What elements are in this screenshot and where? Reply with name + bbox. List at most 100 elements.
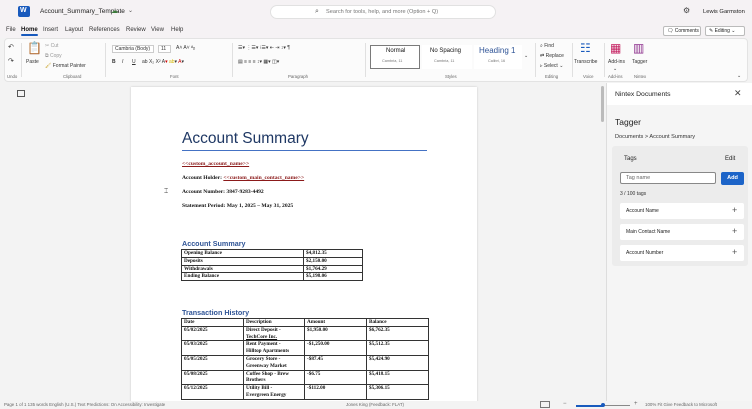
zoom-slider-handle[interactable] [601, 403, 605, 407]
divider [365, 43, 366, 77]
select-label: Select [543, 63, 558, 69]
account-name-field: <<custom_account_name>> [182, 161, 249, 167]
editing-label: Editing [714, 28, 730, 34]
tab-layout[interactable]: Layout [65, 27, 83, 33]
transcribe-button[interactable]: Transcribe [574, 59, 597, 65]
tag-item-label: Account Name [626, 208, 659, 214]
tag-item[interactable]: Account Name + [620, 203, 744, 219]
edit-tags-button[interactable]: Edit [725, 156, 735, 162]
tab-view[interactable]: View [151, 27, 164, 33]
replace-button[interactable]: ⇄ Replace [540, 53, 564, 59]
tag-item[interactable]: Account Number + [620, 245, 744, 261]
plus-icon[interactable]: + [732, 247, 737, 257]
add-tag-button[interactable]: Add [721, 172, 744, 185]
summary-heading: Account Summary [182, 239, 246, 248]
zoom-slider[interactable] [576, 403, 630, 407]
tab-home[interactable]: Home [21, 27, 38, 36]
tagger-button[interactable]: Tagger [632, 59, 647, 65]
table-cell: Withdrawals [181, 264, 304, 274]
chevron-down-icon[interactable]: ⌄ [128, 7, 133, 14]
tag-item[interactable]: Main Contact Name + [620, 224, 744, 240]
description-line: Hilltop Apartments [246, 348, 290, 355]
page-view-icon[interactable] [540, 401, 550, 408]
underline-button[interactable]: U [132, 59, 136, 65]
list-buttons-icon[interactable]: ☰▾ ⋮☰▾ ⁝☰▾ ⇤ ⇥ ↕▾ ¶ [238, 45, 290, 51]
table-cell: 05/05/2025 [181, 354, 244, 371]
settings-icon[interactable]: ⚙ [683, 6, 690, 15]
text-effects-icons[interactable]: ab X₂ X² A▾ ab▾ A▾ [142, 59, 184, 65]
paste-button[interactable]: Paste [26, 59, 39, 65]
find-button[interactable]: ⌕ Find [540, 43, 554, 49]
align-buttons-icon[interactable]: ▤ ≡ ≡ ≡ ↕▾ ▦▾ ◫▾ [238, 59, 279, 65]
status-zoom-feedback[interactable]: 100% Fit Give Feedback to Microsoft [645, 402, 717, 407]
divider [535, 43, 536, 77]
italic-button[interactable]: I [122, 59, 123, 65]
add-ins-icon[interactable]: ▦ [610, 41, 621, 55]
tab-help[interactable]: Help [171, 27, 183, 33]
editing-mode-button[interactable]: ✎ Editing ⌄ [705, 26, 745, 36]
tag-item-label: Main Contact Name [626, 229, 671, 235]
table-row: 05/02/2025 Direct Deposit - TechCore Inc.… [181, 325, 429, 342]
tab-file[interactable]: File [6, 27, 16, 33]
font-name-select[interactable]: Cambria (Body) [112, 45, 154, 53]
text-cursor-icon: ⌶ [164, 188, 169, 195]
nintex-tagger-icon[interactable]: ▥ [633, 41, 644, 55]
search-input[interactable]: Search for tools, help, and more (Option… [326, 9, 438, 15]
document-scrollbar[interactable] [601, 86, 604, 122]
bold-button[interactable]: B [112, 59, 116, 65]
tab-insert[interactable]: Insert [43, 27, 58, 33]
navigation-pane-icon[interactable] [17, 90, 25, 97]
account-number-line: Account Number: 3847-9283-4492 [182, 189, 264, 195]
table-cell: $4,812.35 [303, 249, 363, 258]
tag-name-input[interactable]: Tag name [620, 172, 716, 184]
redo-icon[interactable]: ↷ [8, 57, 14, 65]
format-painter-button[interactable]: 🖌 Format Painter [45, 63, 86, 69]
zoom-out-icon[interactable]: − [563, 401, 567, 407]
heading-rule [182, 150, 427, 151]
table-cell: $6,762.35 [366, 325, 429, 342]
table-header-row: Date Description Amount Balance [181, 318, 429, 327]
font-size-grow-icon[interactable]: A˄ A˅ ᴬᵦ [176, 45, 195, 51]
breadcrumb[interactable]: Documents > Account Summary [615, 134, 695, 140]
collapse-ribbon-icon[interactable]: ⌄ [737, 73, 741, 79]
table-row: 05/12/2025 Utility Bill - Evergreen Energ… [181, 384, 429, 400]
table-cell: -$112.00 [304, 384, 367, 400]
user-account[interactable]: Lewis Garmston [703, 9, 745, 15]
undo-group-label: Undo [7, 74, 18, 79]
cut-button[interactable]: ✂ Cut [45, 43, 58, 49]
zoom-in-icon[interactable]: + [634, 401, 638, 407]
copy-button[interactable]: ⧉ Copy [45, 53, 62, 59]
transaction-heading: Transaction History [182, 308, 250, 317]
table-cell: Utility Bill - Evergreen Energy [243, 384, 305, 400]
copy-label: Copy [49, 53, 62, 59]
plus-icon[interactable]: + [732, 205, 737, 215]
divider [105, 43, 106, 77]
tab-review[interactable]: Review [126, 27, 146, 33]
font-size-select[interactable]: 11 [158, 45, 171, 53]
add-ins-button[interactable]: Add-ins [608, 59, 625, 65]
nintex-group-label: Nintex [634, 74, 647, 79]
table-cell: Rent Payment - Hilltop Apartments [243, 340, 305, 356]
tab-references[interactable]: References [89, 27, 120, 33]
table-cell: -$1,250.00 [304, 340, 367, 356]
close-icon[interactable]: ✕ [734, 88, 742, 99]
table-cell: $1,950.00 [304, 325, 367, 342]
styles-more-icon[interactable]: ⌄ [524, 53, 528, 59]
plus-icon[interactable]: + [732, 226, 737, 236]
select-button[interactable]: ▹ Select ⌄ [540, 63, 563, 69]
document-page[interactable]: Account Summary <<custom_account_name>> … [131, 87, 477, 403]
chevron-down-icon[interactable]: ⌄ [613, 66, 617, 72]
table-row: Opening Balance $4,812.35 [181, 249, 363, 258]
table-row: 05/03/2025 Rent Payment - Hilltop Apartme… [181, 340, 429, 356]
undo-icon[interactable]: ↶ [8, 43, 14, 51]
replace-label: Replace [545, 53, 564, 59]
account-holder-line: Account Holder: <<custom_main_contact_na… [182, 175, 304, 181]
ribbon: ↶ ↷ Undo 📋 Paste ✂ Cut ⧉ Copy 🖌 Format P… [4, 38, 748, 82]
comments-button[interactable]: 🗨 Comments [663, 26, 701, 36]
table-header: Amount [304, 318, 367, 327]
paste-icon[interactable]: 📋 [27, 41, 42, 55]
clipboard-group-label: Clipboard [63, 74, 82, 79]
transcribe-icon[interactable]: ☷ [580, 41, 591, 55]
status-word-count[interactable]: Page 1 of 1 135 words English (U.S.) Tex… [4, 402, 165, 407]
divider [21, 43, 22, 77]
